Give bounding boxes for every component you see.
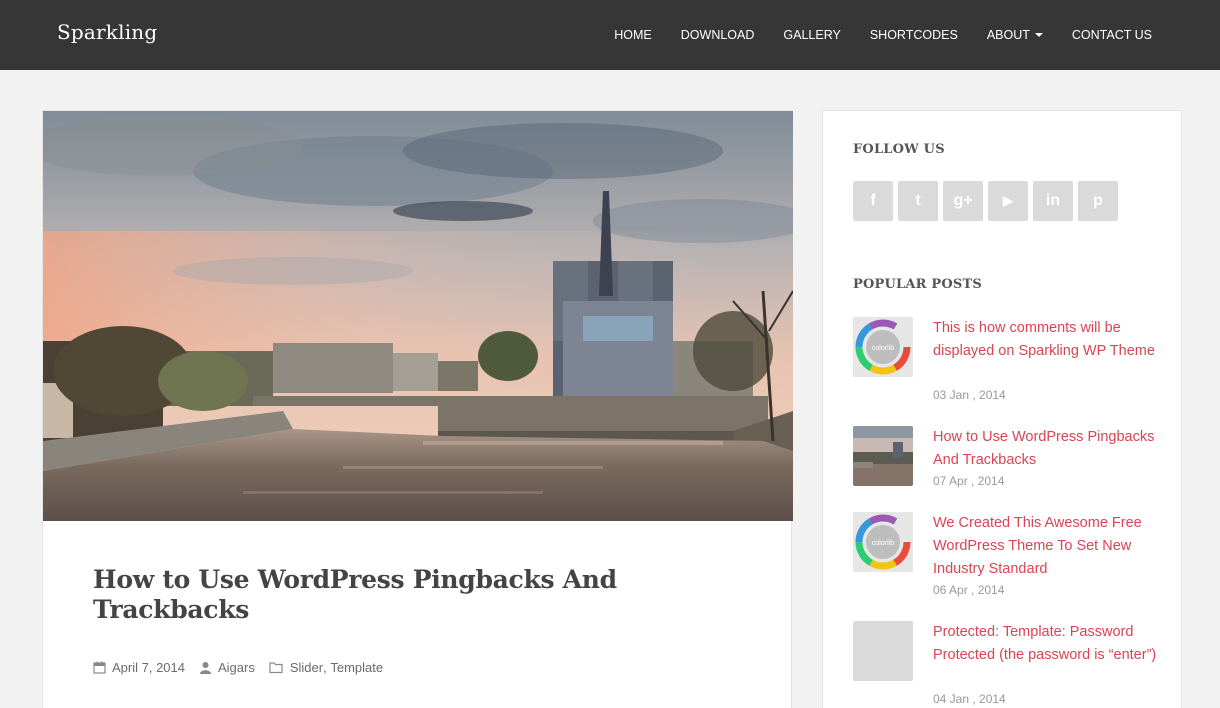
- nav-item-about[interactable]: ABOUT: [987, 28, 1043, 42]
- placeholder-thumbnail[interactable]: [853, 621, 913, 681]
- social-glyph: p: [1093, 192, 1103, 209]
- folder-icon: [269, 661, 284, 674]
- popular-post-date: 06 Apr , 2014: [933, 583, 1005, 597]
- pinterest-icon[interactable]: p: [1078, 181, 1118, 221]
- social-glyph: g+: [953, 192, 973, 209]
- post-date-text[interactable]: April 7, 2014: [112, 660, 185, 675]
- category-separator: ,: [323, 660, 327, 675]
- post-meta: April 7, 2014 Aigars Slider, Template: [93, 660, 397, 675]
- social-glyph: t: [915, 192, 921, 209]
- calendar-icon: [93, 661, 106, 674]
- sidebar: FOLLOW US f t g+ ▶ in p POPULAR POSTS co…: [822, 110, 1182, 708]
- post-categories: Slider, Template: [269, 660, 383, 675]
- popular-post-title[interactable]: Protected: Template: Password Protected …: [933, 621, 1163, 667]
- colorlib-thumbnail[interactable]: colorlib: [853, 317, 913, 377]
- post-title[interactable]: How to Use WordPress Pingbacks And Track…: [93, 565, 713, 625]
- social-icons: f t g+ ▶ in p: [853, 181, 1123, 221]
- post-article: How to Use WordPress Pingbacks And Track…: [42, 110, 793, 708]
- twitter-icon[interactable]: t: [898, 181, 938, 221]
- category-link-slider[interactable]: Slider: [290, 660, 323, 675]
- popular-post-title[interactable]: This is how comments will be displayed o…: [933, 317, 1163, 363]
- user-icon: [199, 661, 212, 674]
- youtube-icon[interactable]: ▶: [988, 181, 1028, 221]
- facebook-icon[interactable]: f: [853, 181, 893, 221]
- nav-item-gallery[interactable]: GALLERY: [783, 28, 840, 42]
- social-glyph: in: [1045, 192, 1061, 209]
- linkedin-icon[interactable]: in: [1033, 181, 1073, 221]
- post-author: Aigars: [199, 660, 255, 675]
- top-navbar: Sparkling HOME DOWNLOAD GALLERY SHORTCOD…: [0, 0, 1220, 70]
- main-nav: HOME DOWNLOAD GALLERY SHORTCODES ABOUT C…: [585, 0, 1152, 70]
- nav-label: HOME: [614, 28, 652, 42]
- popular-post-date: 03 Jan , 2014: [933, 388, 1006, 402]
- colorlib-logo-text: colorlib: [872, 345, 894, 352]
- site-brand[interactable]: Sparkling: [57, 20, 157, 44]
- nav-item-download[interactable]: DOWNLOAD: [681, 28, 755, 42]
- post-date: April 7, 2014: [93, 660, 185, 675]
- popular-post-date: 07 Apr , 2014: [933, 474, 1005, 488]
- popular-posts-heading: POPULAR POSTS: [853, 277, 982, 292]
- nav-item-shortcodes[interactable]: SHORTCODES: [870, 28, 958, 42]
- nav-label: ABOUT: [986, 28, 1030, 42]
- popular-post-date: 04 Jan , 2014: [933, 692, 1006, 706]
- colorlib-thumbnail[interactable]: colorlib: [853, 512, 913, 572]
- nav-label: GALLERY: [783, 28, 841, 42]
- social-glyph: f: [870, 192, 876, 209]
- popular-post-title[interactable]: We Created This Awesome Free WordPress T…: [933, 512, 1163, 581]
- nav-label: SHORTCODES: [869, 28, 958, 42]
- photo-thumbnail[interactable]: [853, 426, 913, 486]
- nav-label: DOWNLOAD: [680, 28, 755, 42]
- featured-image[interactable]: [43, 111, 793, 521]
- category-link-template[interactable]: Template: [330, 660, 383, 675]
- caret-down-icon: [1034, 33, 1043, 37]
- nav-item-home[interactable]: HOME: [614, 28, 652, 42]
- colorlib-logo-text: colorlib: [872, 540, 894, 547]
- google-plus-icon[interactable]: g+: [943, 181, 983, 221]
- nav-label: CONTACT US: [1071, 28, 1152, 42]
- popular-post-title[interactable]: How to Use WordPress Pingbacks And Track…: [933, 426, 1163, 472]
- post-author-link[interactable]: Aigars: [218, 660, 255, 675]
- nav-item-contact[interactable]: CONTACT US: [1072, 28, 1152, 42]
- notre-dame-photo: [43, 111, 793, 521]
- follow-us-heading: FOLLOW US: [853, 142, 945, 157]
- social-glyph: ▶: [1003, 193, 1013, 208]
